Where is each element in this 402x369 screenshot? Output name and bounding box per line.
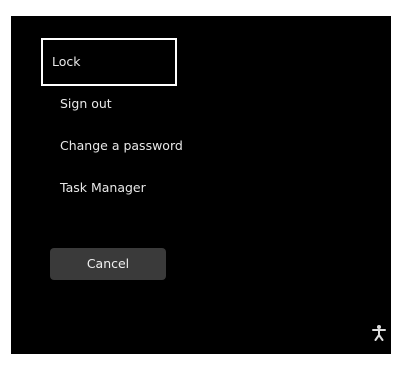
security-options-screen: Lock Sign out Change a password Task Man…	[11, 16, 391, 354]
accessibility-icon[interactable]	[371, 324, 387, 342]
lock-option[interactable]: Lock	[41, 38, 177, 86]
task-manager-option[interactable]: Task Manager	[50, 168, 180, 208]
cancel-button[interactable]: Cancel	[50, 248, 166, 280]
sign-out-option[interactable]: Sign out	[50, 84, 180, 124]
change-password-option[interactable]: Change a password	[50, 126, 183, 166]
